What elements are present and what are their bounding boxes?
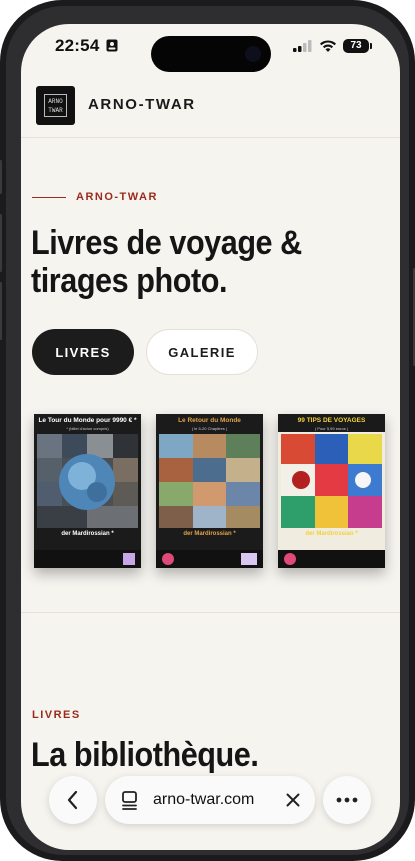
book-cover-3[interactable]: 99 TIPS DE VOYAGES ( Pour 5,99 euros ) d…	[278, 414, 385, 568]
site-header: ARNO TWAR ARNO-TWAR	[21, 74, 400, 138]
back-button[interactable]	[49, 776, 97, 824]
battery-icon: 73	[343, 39, 372, 53]
section-divider	[21, 612, 400, 613]
book-subtitle: ( le 5-20 Chapitres )	[191, 426, 228, 431]
book-footer-bar	[278, 550, 385, 568]
book-author: der Mardirossian *	[183, 531, 236, 537]
more-dots-icon	[336, 797, 358, 803]
section-title: La bibliothèque.	[31, 736, 259, 774]
browser-toolbar: arno-twar.com	[21, 776, 400, 826]
book-mosaic-image	[37, 434, 138, 528]
logo-mark: ARNO TWAR	[44, 94, 67, 117]
chevron-left-icon	[67, 790, 78, 810]
book-subtitle: ( Pour 5,99 euros )	[314, 426, 349, 431]
action-button	[0, 160, 2, 194]
address-bar[interactable]: arno-twar.com	[105, 776, 315, 824]
book-mosaic-image	[281, 434, 382, 528]
kicker-rule	[32, 196, 66, 198]
book-footer-bar	[34, 550, 141, 568]
tab-galerie[interactable]: GALERIE	[146, 329, 258, 375]
close-icon[interactable]	[286, 793, 300, 807]
book-cover-1[interactable]: Le Tour du Monde pour 9990 € * * (billet…	[34, 414, 141, 568]
book-author: der Mardirossian *	[305, 531, 358, 537]
book-carousel: Le Tour du Monde pour 9990 € * * (billet…	[34, 414, 400, 570]
volume-up-button	[0, 214, 2, 272]
status-bar: 22:54 73	[21, 24, 400, 74]
book-author: der Mardirossian *	[61, 531, 114, 537]
url-text: arno-twar.com	[153, 791, 255, 808]
section-kicker: LIVRES	[32, 709, 81, 721]
page-menu-icon	[122, 791, 137, 810]
hero-kicker: ARNO-TWAR	[32, 191, 158, 203]
dynamic-island	[151, 36, 271, 72]
book-footer-bar	[156, 550, 263, 568]
status-time: 22:54	[55, 36, 118, 56]
book-mosaic-image	[159, 434, 260, 528]
camera-icon	[245, 46, 261, 62]
book-title: Le Retour du Monde	[178, 417, 241, 424]
book-title: 99 TIPS DE VOYAGES	[297, 417, 366, 424]
book-title: Le Tour du Monde pour 9990 € *	[38, 417, 137, 424]
id-card-icon	[106, 39, 118, 52]
category-tabs: LIVRES GALERIE	[32, 329, 258, 375]
volume-down-button	[0, 282, 2, 340]
more-button[interactable]	[323, 776, 371, 824]
phone-frame: 22:54 73 ARNO TWAR ARNO-TWAR ARNO-TWAR L…	[0, 0, 415, 861]
site-logo[interactable]: ARNO TWAR	[36, 86, 75, 125]
tab-livres[interactable]: LIVRES	[32, 329, 134, 375]
brand-name[interactable]: ARNO-TWAR	[88, 96, 196, 113]
book-cover-2[interactable]: Le Retour du Monde ( le 5-20 Chapitres )	[156, 414, 263, 568]
kicker-text: ARNO-TWAR	[76, 191, 158, 203]
signal-icon	[293, 40, 312, 52]
phone-bezel: 22:54 73 ARNO TWAR ARNO-TWAR ARNO-TWAR L…	[6, 6, 409, 855]
wifi-icon	[320, 39, 336, 52]
status-indicators: 73	[293, 37, 372, 55]
screen: 22:54 73 ARNO TWAR ARNO-TWAR ARNO-TWAR L…	[21, 24, 400, 850]
hero-title: Livres de voyage & tirages photo.	[31, 224, 302, 300]
book-subtitle: * (billet d'avion compris)	[66, 426, 109, 431]
